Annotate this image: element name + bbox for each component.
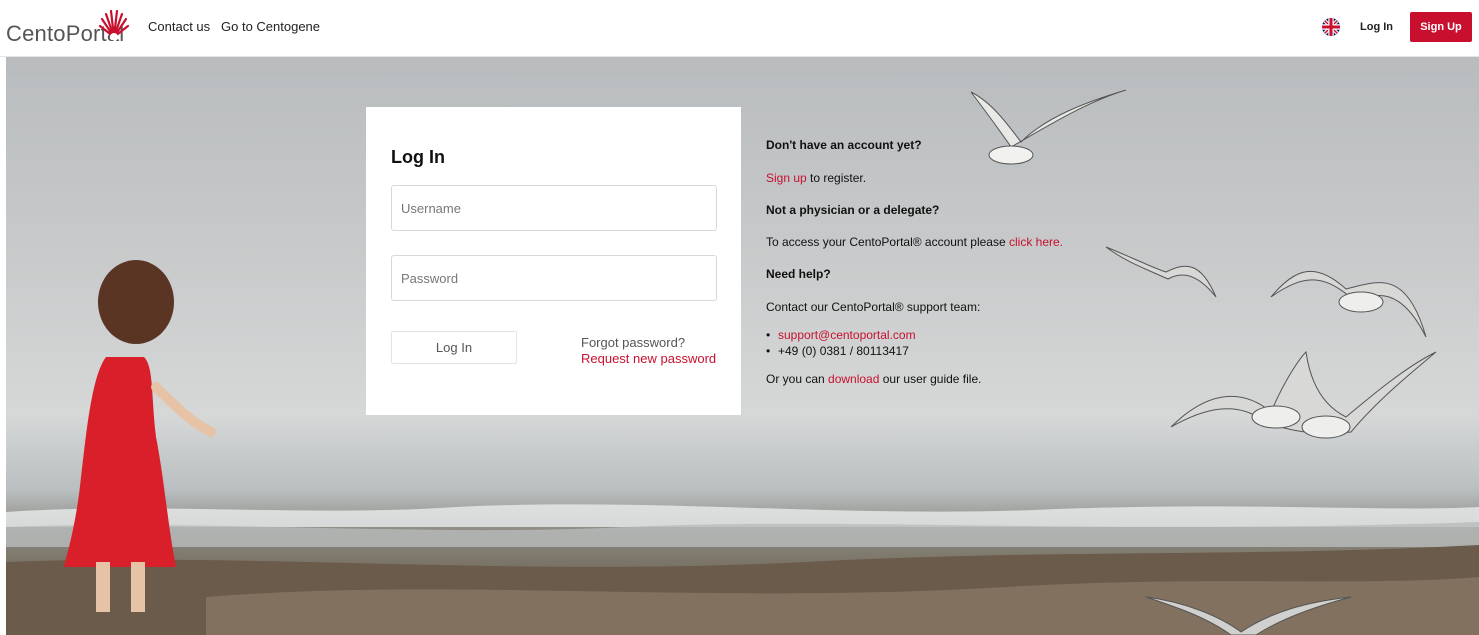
guide-suffix: our user guide file. <box>879 372 982 386</box>
uk-flag-icon[interactable] <box>1322 18 1340 36</box>
need-help-heading: Need help? <box>766 267 831 281</box>
login-button[interactable]: Log In <box>391 331 517 364</box>
login-card: Log In Log In Forgot password? Request n… <box>366 107 741 415</box>
logo-rays-icon <box>98 10 130 40</box>
click-here-link[interactable]: click here. <box>1009 235 1063 249</box>
hero-background-image <box>6 57 1479 635</box>
seagull <box>1105 246 1217 298</box>
no-account-heading: Don't have an account yet? <box>766 138 922 152</box>
support-phone: +49 (0) 0381 / 80113417 <box>766 344 909 358</box>
seagull <box>1170 350 1437 439</box>
nav-contact-us[interactable]: Contact us <box>148 19 210 34</box>
child-figure <box>64 260 216 612</box>
signup-link[interactable]: Sign up <box>766 171 807 185</box>
access-line: To access your CentoPortal® account plea… <box>766 235 1063 249</box>
seagull <box>1270 270 1427 338</box>
contact-text: Contact our CentoPortal® support team: <box>766 300 981 314</box>
forgot-password-text: Forgot password? <box>581 335 686 350</box>
support-email-link[interactable]: support@centoportal.com <box>766 328 916 342</box>
signup-suffix: to register. <box>806 171 867 185</box>
header-signup-button[interactable]: Sign Up <box>1410 12 1472 42</box>
centoportal-logo[interactable]: CentoPortal <box>6 10 136 50</box>
access-text: To access your CentoPortal® account plea… <box>766 235 1009 249</box>
username-input[interactable] <box>391 185 717 231</box>
login-title: Log In <box>391 147 445 167</box>
not-physician-heading: Not a physician or a delegate? <box>766 203 940 217</box>
guide-prefix: Or you can <box>766 372 829 386</box>
download-link[interactable]: download <box>828 372 879 386</box>
header-login-link[interactable]: Log In <box>1360 21 1393 33</box>
request-new-password-link[interactable]: Request new password <box>581 351 716 366</box>
top-header: CentoPortal Contact us Go to Centogene L… <box>0 0 1479 57</box>
password-input[interactable] <box>391 255 717 301</box>
seagull <box>970 89 1127 165</box>
guide-line: Or you can download our user guide file. <box>766 372 981 386</box>
beach-scene-illustration <box>6 89 1479 635</box>
nav-go-to-centogene[interactable]: Go to Centogene <box>221 19 320 34</box>
signup-line: Sign up to register. <box>766 171 866 185</box>
